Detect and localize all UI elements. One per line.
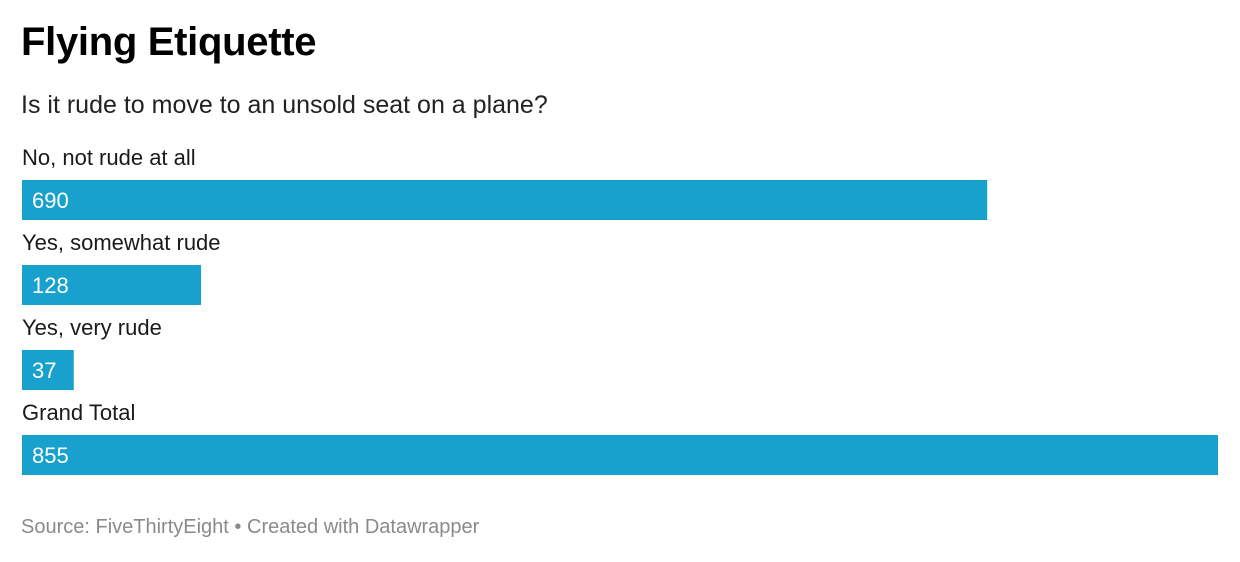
chart-footer: Source: FiveThirtyEight • Created with D…	[21, 516, 479, 539]
bar	[22, 435, 1218, 475]
footer-separator: •	[234, 516, 242, 538]
bar-row-yes-very-rude: Yes, very rude 37	[22, 315, 162, 390]
category-label: No, not rude at all	[22, 145, 196, 170]
bar-row-grand-total: Grand Total 855	[22, 400, 1218, 475]
category-label: Yes, very rude	[22, 315, 162, 340]
chart-subtitle: Is it rude to move to an unsold seat on …	[21, 91, 548, 119]
bar-row-yes-somewhat-rude: Yes, somewhat rude 128	[22, 230, 221, 305]
value-label: 855	[32, 443, 69, 468]
value-label: 37	[32, 358, 56, 383]
bar-chart: No, not rude at all 690 Yes, somewhat rude…	[22, 145, 1218, 475]
bar-row-no-not-rude-at-all: No, not rude at all 690	[22, 145, 988, 220]
source-label: Source: FiveThirtyEight	[21, 516, 229, 538]
value-label: 690	[32, 188, 69, 213]
category-label: Yes, somewhat rude	[22, 230, 221, 255]
credit-label: Created with Datawrapper	[247, 516, 480, 538]
value-label: 128	[32, 273, 69, 298]
category-label: Grand Total	[22, 400, 135, 425]
bar	[22, 180, 988, 220]
chart-title: Flying Etiquette	[21, 20, 317, 64]
